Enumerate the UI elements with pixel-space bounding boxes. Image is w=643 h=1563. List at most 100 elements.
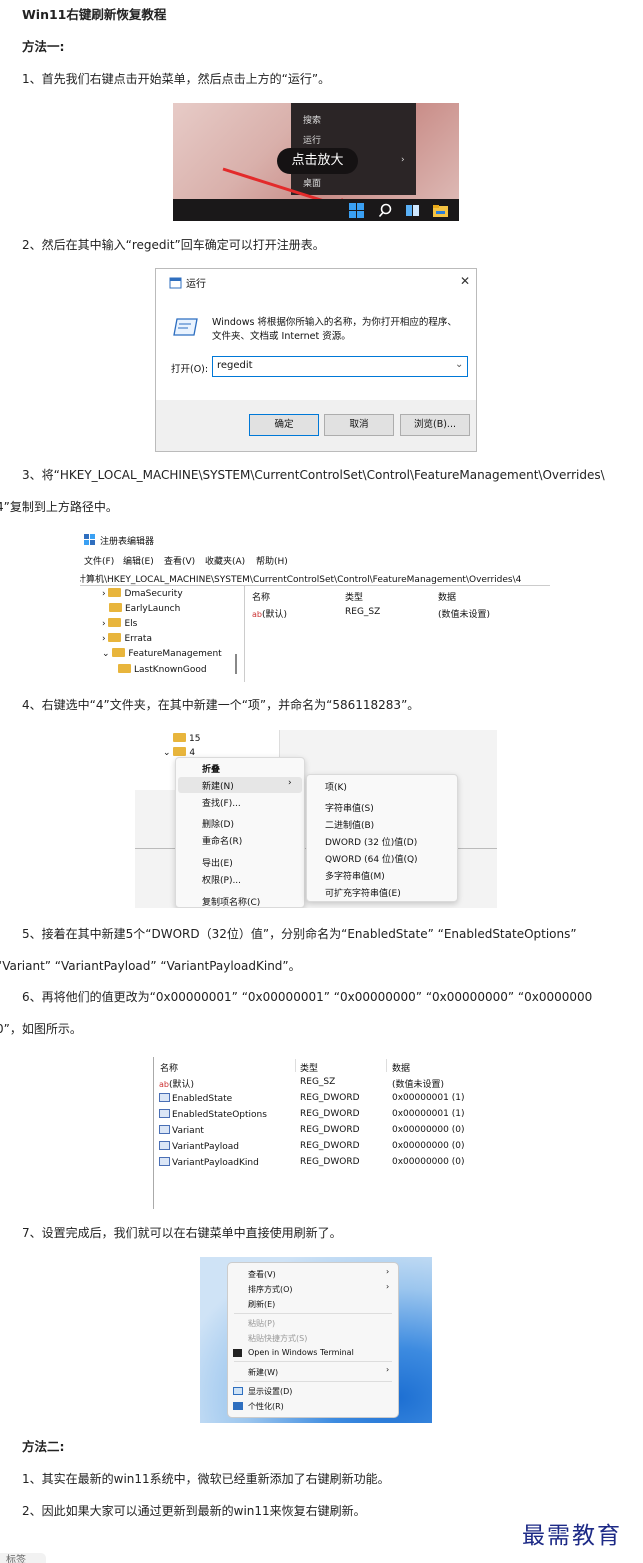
terminal-icon <box>233 1349 242 1357</box>
ok-button[interactable]: 确定 <box>249 414 319 436</box>
menu-permissions[interactable]: 权限(P)... <box>202 873 241 886</box>
address-path: 计算机\HKEY_LOCAL_MACHINE\SYSTEM\CurrentCon… <box>80 575 522 585</box>
pane-divider[interactable] <box>244 586 245 682</box>
step2-text: 2、然后在其中输入“regedit”回车确定可以打开注册表。 <box>22 238 325 252</box>
submenu-key[interactable]: 项(K) <box>325 780 347 793</box>
col-name-header[interactable]: 名称 <box>160 1061 178 1074</box>
string-value-icon: ab <box>159 1080 169 1089</box>
table-row[interactable]: EnabledState <box>159 1093 232 1104</box>
run-dialog: 运行 ✕ Windows 将根据你所输入的名称，为你打开相应的程序、 文件夹、文… <box>155 268 477 452</box>
menu-favorites[interactable]: 收藏夹(A) <box>205 554 245 567</box>
folder-icon <box>109 603 122 612</box>
cancel-button[interactable]: 取消 <box>324 414 394 436</box>
open-input[interactable]: regedit ⌄ <box>212 356 468 377</box>
chevron-down-icon[interactable]: ⌄ <box>455 359 463 370</box>
menu-paste-shortcut[interactable]: 粘贴快捷方式(S) <box>248 1333 307 1344</box>
submenu-multi-string[interactable]: 多字符串值(M) <box>325 869 385 882</box>
folder-icon <box>118 664 131 673</box>
tree-item[interactable]: 15 <box>173 733 200 744</box>
start-menu-screenshot: 搜索 运行 › 桌面 点击放大 <box>173 103 459 221</box>
menu-find[interactable]: 查找(F)... <box>202 796 241 809</box>
run-desc-line1: Windows 将根据你所输入的名称，为你打开相应的程序、 <box>212 317 457 328</box>
menu-export[interactable]: 导出(E) <box>202 856 233 869</box>
col-divider[interactable] <box>295 1059 296 1072</box>
folder-icon <box>108 618 122 627</box>
table-row[interactable]: ab(默认) <box>252 607 287 620</box>
menu-personalize[interactable]: 个性化(R) <box>248 1401 284 1412</box>
tree-item[interactable]: ⌄ FeatureManagement <box>102 648 222 659</box>
taskbar <box>173 199 459 221</box>
dword-value-icon <box>159 1109 170 1118</box>
row-data: (数值未设置) <box>392 1080 445 1090</box>
context-menu: 折叠 新建(N) › 查找(F)... 删除(D) 重命名(R) 导出(E) 权… <box>175 757 305 908</box>
footer-tag[interactable]: 标签 <box>0 1553 46 1563</box>
tree-item[interactable]: EarlyLaunch <box>109 603 180 614</box>
menu-separator <box>234 1381 392 1382</box>
row-type: REG_DWORD <box>300 1125 360 1135</box>
step6-text-line1: 6、再将他们的值更改为“0x00000001” “0x00000001” “0x… <box>22 990 593 1004</box>
row-data: 0x00000000 (0) <box>392 1125 465 1135</box>
browse-button[interactable]: 浏览(B)... <box>400 414 470 436</box>
row-type: REG_SZ <box>300 1077 336 1087</box>
menu-view[interactable]: 查看(V) <box>164 554 195 567</box>
menu-copy-key-name[interactable]: 复制项名称(C) <box>202 895 260 908</box>
submenu-binary[interactable]: 二进制值(B) <box>325 818 374 831</box>
step4-text: 4、右键选中“4”文件夹，在其中新建一个“项”，并命名为“586118283”。 <box>22 698 420 712</box>
new-key-screenshot: 15 ⌄ 4 折叠 新建(N) › 查找(F)... 删除(D) 重命名(R) … <box>135 730 497 908</box>
address-bar[interactable]: 计算机\HKEY_LOCAL_MACHINE\SYSTEM\CurrentCon… <box>80 570 550 586</box>
menu-paste[interactable]: 粘贴(P) <box>248 1318 275 1329</box>
menu-separator <box>234 1361 392 1362</box>
menu-file[interactable]: 文件(F) <box>84 554 114 567</box>
menu-help[interactable]: 帮助(H) <box>256 554 288 567</box>
tree-item[interactable]: › Errata <box>102 633 152 644</box>
col-data-header[interactable]: 数据 <box>438 590 456 603</box>
folder-icon <box>108 633 122 642</box>
submenu-dword[interactable]: DWORD (32 位)值(D) <box>325 835 417 848</box>
col-data-header[interactable]: 数据 <box>392 1061 410 1074</box>
menu-open-terminal[interactable]: Open in Windows Terminal <box>248 1348 354 1357</box>
menu-view[interactable]: 查看(V) <box>248 1269 276 1280</box>
dword-value-icon <box>159 1093 170 1102</box>
row-type: REG_DWORD <box>300 1093 360 1103</box>
menu-delete[interactable]: 删除(D) <box>202 817 234 830</box>
run-dialog-footer: 确定 取消 浏览(B)... <box>156 400 476 451</box>
menu-display-settings[interactable]: 显示设置(D) <box>248 1386 292 1397</box>
menu-sort[interactable]: 排序方式(O) <box>248 1284 293 1295</box>
tree-scrollbar[interactable] <box>235 654 237 674</box>
row-data: 0x00000000 (0) <box>392 1157 465 1167</box>
step5-text-line1: 5、接着在其中新建5个“DWORD（32位）值”，分别命名为“EnabledSt… <box>22 927 577 941</box>
menu-new[interactable]: 新建(N) <box>202 779 234 792</box>
table-row[interactable]: VariantPayload <box>159 1141 239 1152</box>
row-type: REG_DWORD <box>300 1109 360 1119</box>
close-icon[interactable]: ✕ <box>460 274 470 288</box>
col-divider[interactable] <box>386 1059 387 1072</box>
chevron-down-icon: ⌄ <box>163 748 174 758</box>
submenu-qword[interactable]: QWORD (64 位)值(Q) <box>325 852 418 865</box>
submenu-expandable-string[interactable]: 可扩充字符串值(E) <box>325 886 401 899</box>
menu-new[interactable]: 新建(W) <box>248 1367 278 1378</box>
col-type-header[interactable]: 类型 <box>345 590 363 603</box>
chevron-right-icon: › <box>386 1282 390 1291</box>
table-row[interactable]: Variant <box>159 1125 204 1136</box>
tree-item[interactable]: › DmaSecurity <box>102 588 183 599</box>
col-type-header[interactable]: 类型 <box>300 1061 318 1074</box>
footer-tag-label: 标签 <box>6 1555 26 1563</box>
menu-edit[interactable]: 编辑(E) <box>123 554 154 567</box>
display-settings-icon <box>233 1387 243 1395</box>
table-row[interactable]: EnabledStateOptions <box>159 1109 267 1120</box>
site-watermark: 最需教育 <box>522 1523 622 1549</box>
menu-refresh[interactable]: 刷新(E) <box>248 1299 275 1310</box>
table-row[interactable]: ab(默认) <box>159 1077 194 1090</box>
menu-rename[interactable]: 重命名(R) <box>202 834 242 847</box>
dword-value-icon <box>159 1141 170 1150</box>
menu-collapse[interactable]: 折叠 <box>202 762 220 775</box>
tree-item[interactable]: LastKnownGood <box>118 664 207 675</box>
regedit-screenshot: 注册表编辑器 文件(F) 编辑(E) 查看(V) 收藏夹(A) 帮助(H) 计算… <box>80 530 550 682</box>
tree-item[interactable]: › Els <box>102 618 137 629</box>
submenu-string[interactable]: 字符串值(S) <box>325 801 374 814</box>
col-name-header[interactable]: 名称 <box>252 590 270 603</box>
folder-icon <box>173 733 186 742</box>
regedit-title: 注册表编辑器 <box>100 537 155 547</box>
step6-text-line2: 0”，如图所示。 <box>0 1022 82 1036</box>
table-row[interactable]: VariantPayloadKind <box>159 1157 259 1168</box>
